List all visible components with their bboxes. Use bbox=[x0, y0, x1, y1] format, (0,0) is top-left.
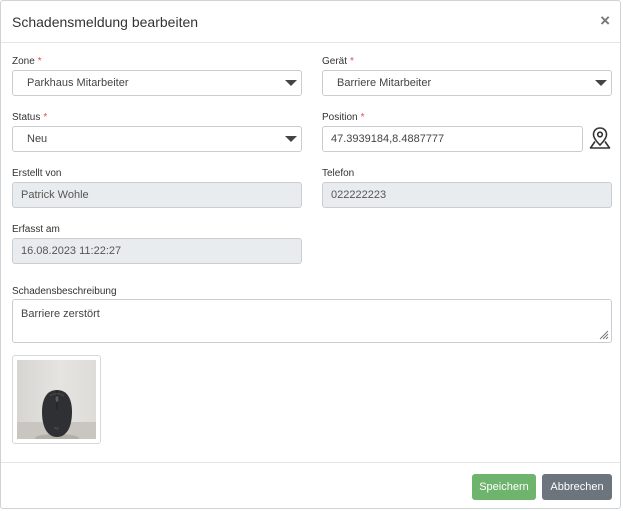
computer-mouse-photo: logi bbox=[17, 390, 96, 439]
position-value: 47.3939184,8.4887777 bbox=[331, 133, 445, 145]
schadensbeschreibung-value: Barriere zerstört bbox=[21, 308, 100, 320]
geraet-label-text: Gerät bbox=[322, 56, 348, 67]
geraet-label: Gerät * bbox=[322, 56, 354, 67]
position-input[interactable]: 47.3939184,8.4887777 bbox=[322, 126, 583, 152]
position-label-text: Position bbox=[322, 112, 358, 123]
zone-value: Parkhaus Mitarbeiter bbox=[27, 77, 129, 89]
chevron-down-icon bbox=[595, 80, 607, 86]
schadensbeschreibung-label: Schadensbeschreibung bbox=[12, 286, 117, 297]
required-marker: * bbox=[360, 112, 365, 123]
edit-damage-report-dialog: Schadensmeldung bearbeiten × Zone * Parkh… bbox=[0, 0, 621, 509]
chevron-down-icon bbox=[285, 80, 297, 86]
required-marker: * bbox=[43, 112, 48, 123]
required-marker: * bbox=[350, 56, 354, 67]
svg-text:logi: logi bbox=[54, 426, 59, 430]
erfasst-am-value: 16.08.2023 11:22:27 bbox=[21, 245, 122, 257]
telefon-field: 022222223 bbox=[322, 182, 612, 208]
schadensbeschreibung-textarea[interactable]: Barriere zerstört bbox=[12, 299, 612, 343]
required-marker: * bbox=[37, 56, 42, 67]
erfasst-am-label: Erfasst am bbox=[12, 224, 60, 235]
dialog-footer: Speichern Abbrechen bbox=[1, 462, 620, 510]
dialog-title: Schadensmeldung bearbeiten bbox=[12, 14, 199, 30]
erstellt-von-field: Patrick Wohle bbox=[12, 182, 302, 208]
geraet-value: Barriere Mitarbeiter bbox=[337, 77, 432, 89]
dialog-header: Schadensmeldung bearbeiten × bbox=[1, 1, 620, 43]
save-button[interactable]: Speichern bbox=[472, 474, 536, 500]
damage-photo: logi bbox=[17, 360, 96, 439]
status-value: Neu bbox=[27, 133, 48, 145]
map-pin-icon[interactable] bbox=[589, 126, 611, 150]
zone-label: Zone * bbox=[12, 56, 42, 67]
zone-label-text: Zone bbox=[12, 56, 35, 67]
cancel-button[interactable]: Abbrechen bbox=[542, 474, 612, 500]
erstellt-von-label: Erstellt von bbox=[12, 168, 62, 179]
telefon-label: Telefon bbox=[322, 168, 355, 179]
resize-grip-icon[interactable] bbox=[599, 330, 609, 340]
chevron-down-icon bbox=[285, 136, 297, 142]
geraet-select[interactable]: Barriere Mitarbeiter bbox=[322, 70, 612, 96]
status-label: Status * bbox=[12, 112, 47, 123]
status-select[interactable]: Neu bbox=[12, 126, 302, 152]
zone-select[interactable]: Parkhaus Mitarbeiter bbox=[12, 70, 302, 96]
position-label: Position * bbox=[322, 112, 364, 123]
erfasst-am-field: 16.08.2023 11:22:27 bbox=[12, 238, 302, 264]
status-label-text: Status bbox=[12, 112, 41, 123]
damage-photo-thumbnail[interactable]: logi bbox=[12, 355, 101, 444]
erstellt-von-value: Patrick Wohle bbox=[21, 189, 89, 201]
telefon-value: 022222223 bbox=[331, 189, 387, 201]
close-icon[interactable]: × bbox=[600, 12, 610, 29]
